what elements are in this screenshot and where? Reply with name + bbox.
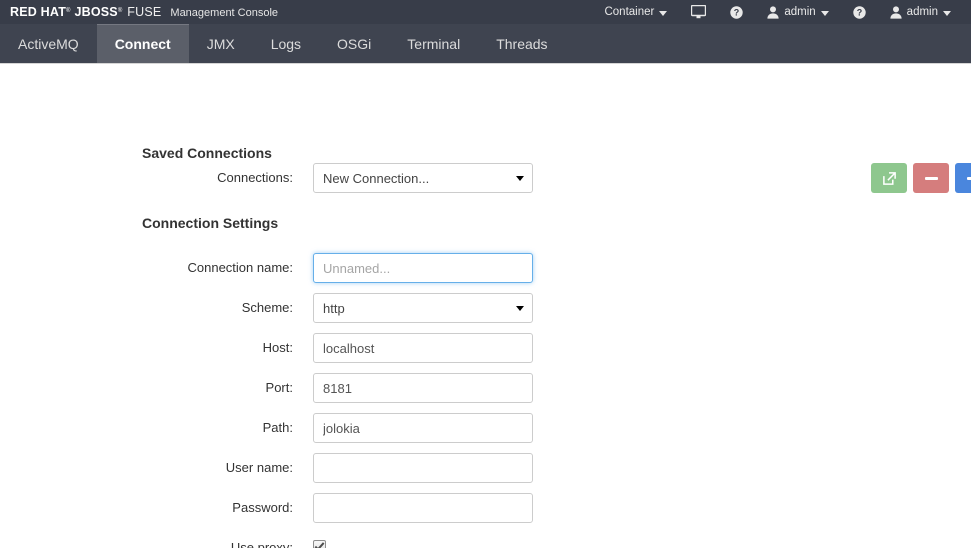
tab-connect[interactable]: Connect xyxy=(96,24,189,63)
port-input[interactable] xyxy=(313,373,533,403)
chevron-down-icon xyxy=(659,10,668,16)
connections-select[interactable]: New Connection... xyxy=(313,163,533,193)
path-control xyxy=(313,413,533,443)
brand-fuse: FUSE xyxy=(127,5,162,19)
chevron-down-icon xyxy=(516,306,524,311)
connections-row: Connections: New Connection... xyxy=(0,163,971,193)
scheme-select[interactable]: http xyxy=(313,293,533,323)
scheme-label: Scheme: xyxy=(241,300,293,315)
use-proxy-row: Use proxy: xyxy=(0,533,326,548)
username-label: User name: xyxy=(225,460,293,475)
brand-tm-2: ® xyxy=(117,8,123,14)
scheme-select-value: http xyxy=(323,300,345,316)
tab-osgi-label: OSGi xyxy=(337,35,372,52)
brand-red-hat: RED HAT xyxy=(10,5,67,19)
password-control xyxy=(313,493,533,523)
scheme-control: http xyxy=(313,293,533,323)
tab-threads[interactable]: Threads xyxy=(478,24,565,63)
minus-icon xyxy=(924,176,938,180)
help-circle-icon: ? xyxy=(730,5,744,19)
chevron-down-icon xyxy=(820,10,829,16)
password-label: Password: xyxy=(232,500,293,515)
container-menu[interactable]: Container xyxy=(592,0,679,24)
password-row: Password: xyxy=(0,493,533,523)
checkmark-icon xyxy=(314,542,325,548)
delete-connection-button[interactable] xyxy=(913,163,949,193)
port-row: Port: xyxy=(0,373,533,403)
brand-subtitle: Management Console xyxy=(170,7,279,19)
brand-tm-1: ® xyxy=(66,8,71,14)
user-menu-1[interactable]: admin xyxy=(755,0,840,24)
tab-terminal-label: Terminal xyxy=(407,35,461,52)
port-label: Port: xyxy=(265,380,293,395)
user-icon xyxy=(890,5,902,19)
user-icon xyxy=(767,5,779,19)
connections-control: New Connection... xyxy=(313,163,971,193)
tab-osgi[interactable]: OSGi xyxy=(319,24,389,63)
tab-jmx-label: JMX xyxy=(206,35,235,52)
container-menu-label: Container xyxy=(604,6,655,18)
connection-name-input[interactable] xyxy=(313,253,533,283)
svg-text:?: ? xyxy=(856,7,862,17)
host-input[interactable] xyxy=(313,333,533,363)
use-proxy-control xyxy=(313,539,326,548)
username-input[interactable] xyxy=(313,453,533,483)
port-control xyxy=(313,373,533,403)
path-row: Path: xyxy=(0,413,533,443)
add-connection-button[interactable] xyxy=(955,163,971,193)
chevron-down-icon xyxy=(943,10,951,16)
tab-activemq-label: ActiveMQ xyxy=(18,35,79,52)
help-button-2[interactable]: ? xyxy=(841,0,878,24)
scheme-row: Scheme: http xyxy=(0,293,533,323)
username-control xyxy=(313,453,533,483)
host-row: Host: xyxy=(0,333,533,363)
saved-connections-title: Saved Connections xyxy=(142,145,272,161)
connect-page: Saved Connections Connections: New Conne… xyxy=(0,64,971,548)
connections-select-value: New Connection... xyxy=(323,170,430,186)
chevron-down-icon xyxy=(516,176,524,181)
user-menu-1-label: admin xyxy=(784,6,816,18)
connection-settings-title: Connection Settings xyxy=(142,215,279,231)
tab-jmx[interactable]: JMX xyxy=(189,24,253,63)
password-input[interactable] xyxy=(313,493,533,523)
connections-label: Connections: xyxy=(217,170,293,185)
open-connection-button[interactable] xyxy=(871,163,907,193)
host-label: Host: xyxy=(262,340,293,355)
main-tab-bar: ActiveMQ Connect JMX Logs OSGi Terminal … xyxy=(0,24,971,64)
tab-logs-label: Logs xyxy=(270,35,302,52)
tab-logs[interactable]: Logs xyxy=(253,24,319,63)
svg-text:?: ? xyxy=(734,7,740,17)
host-control xyxy=(313,333,533,363)
user-menu-2[interactable]: admin xyxy=(878,0,963,24)
path-input[interactable] xyxy=(313,413,533,443)
help-button-1[interactable]: ? xyxy=(718,0,755,24)
brand-bar: RED HAT ® JBOSS ® FUSE Management Console C… xyxy=(0,0,971,24)
external-link-icon xyxy=(882,171,897,186)
connection-name-control xyxy=(313,253,533,283)
monitor-icon xyxy=(691,5,707,19)
connection-name-row: Connection name: xyxy=(0,253,533,283)
path-label: Path: xyxy=(262,420,293,435)
tab-terminal[interactable]: Terminal xyxy=(389,24,478,63)
tab-threads-label: Threads xyxy=(496,35,548,52)
help-circle-icon: ? xyxy=(852,5,866,19)
use-proxy-label: Use proxy: xyxy=(230,540,293,548)
screen-button[interactable] xyxy=(679,0,718,24)
plus-icon xyxy=(966,172,971,185)
connection-name-label: Connection name: xyxy=(187,260,293,275)
topbar-actions: Container ? admin ? admin xyxy=(592,0,963,24)
tab-activemq[interactable]: ActiveMQ xyxy=(0,24,97,63)
user-menu-2-label: admin xyxy=(906,6,938,18)
brand-logo: RED HAT ® JBOSS ® FUSE Management Console xyxy=(10,5,278,19)
brand-jboss: JBOSS xyxy=(74,5,118,19)
use-proxy-checkbox[interactable] xyxy=(313,540,326,548)
tab-connect-label: Connect xyxy=(114,35,171,52)
connection-action-buttons xyxy=(871,163,971,193)
username-row: User name: xyxy=(0,453,533,483)
